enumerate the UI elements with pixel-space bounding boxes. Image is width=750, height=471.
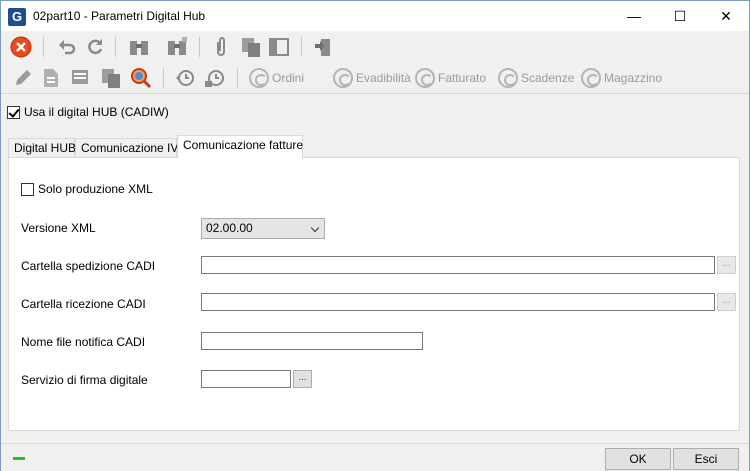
toolbar-separator bbox=[163, 68, 164, 88]
main-toolbar bbox=[1, 31, 749, 62]
evadibilita-icon bbox=[333, 68, 353, 88]
maximize-button[interactable]: ☐ bbox=[657, 1, 703, 31]
title-bar: G 02part10 - Parametri Digital Hub — ☐ ✕ bbox=[1, 1, 749, 31]
use-digital-hub-label: Usa il digital HUB (CADIW) bbox=[24, 105, 169, 119]
document-icon[interactable] bbox=[39, 66, 63, 90]
solo-produzione-xml-label: Solo produzione XML bbox=[38, 182, 153, 196]
tab-comunicazione-fatture[interactable]: Comunicazione fatture bbox=[177, 135, 303, 158]
servizio-firma-label: Servizio di firma digitale bbox=[21, 373, 148, 387]
cartella-spedizione-input[interactable] bbox=[201, 256, 715, 274]
advanced-search-icon[interactable] bbox=[165, 35, 189, 59]
list-view-icon[interactable] bbox=[69, 66, 93, 90]
nome-file-notifica-input[interactable] bbox=[201, 332, 423, 350]
esci-button[interactable]: Esci bbox=[673, 448, 739, 470]
servizio-firma-input[interactable] bbox=[201, 370, 291, 388]
ok-button[interactable]: OK bbox=[605, 448, 671, 470]
app-logo-icon: G bbox=[8, 8, 26, 26]
evadibilita-button[interactable]: Evadibilità bbox=[333, 66, 411, 90]
nome-file-notifica-label: Nome file notifica CADI bbox=[21, 335, 146, 349]
dialog-window: G 02part10 - Parametri Digital Hub — ☐ ✕ bbox=[0, 0, 750, 471]
history-icon[interactable] bbox=[173, 66, 197, 90]
checkbox-unchecked-icon[interactable] bbox=[21, 182, 34, 196]
refresh-icon[interactable] bbox=[83, 35, 107, 59]
magazzino-button[interactable]: Magazzino bbox=[581, 66, 662, 90]
use-digital-hub-checkbox[interactable]: Usa il digital HUB (CADIW) bbox=[7, 105, 169, 119]
status-bar: OK Esci bbox=[1, 443, 749, 471]
toolbar-separator bbox=[237, 68, 238, 88]
magazzino-icon bbox=[581, 68, 601, 88]
scadenze-button[interactable]: Scadenze bbox=[498, 66, 574, 90]
duplicate-icon[interactable] bbox=[99, 66, 123, 90]
cartella-spedizione-label: Cartella spedizione CADI bbox=[21, 259, 156, 273]
cartella-ricezione-label: Cartella ricezione CADI bbox=[21, 297, 146, 311]
cartella-spedizione-browse-button[interactable]: ... bbox=[717, 256, 736, 274]
servizio-firma-browse-button[interactable]: ... bbox=[293, 370, 312, 388]
ordini-button[interactable]: Ordini bbox=[249, 66, 304, 90]
minimize-button[interactable]: — bbox=[611, 1, 657, 31]
chevron-down-icon bbox=[310, 223, 320, 233]
fatturato-button[interactable]: Fatturato bbox=[415, 66, 486, 90]
scadenze-icon bbox=[498, 68, 518, 88]
copy-icon[interactable] bbox=[239, 35, 263, 59]
cartella-ricezione-browse-button[interactable]: ... bbox=[717, 293, 736, 311]
history-alt-icon[interactable] bbox=[203, 66, 227, 90]
status-indicator bbox=[13, 457, 25, 460]
edit-pencil-icon[interactable] bbox=[11, 66, 35, 90]
ordini-icon bbox=[249, 68, 269, 88]
undo-icon[interactable] bbox=[55, 35, 79, 59]
close-form-icon[interactable] bbox=[9, 35, 33, 59]
close-window-button[interactable]: ✕ bbox=[703, 1, 749, 31]
tab-panel-comunicazione-fatture: Solo produzione XML Versione XML 02.00.0… bbox=[8, 157, 740, 431]
secondary-toolbar: Ordini Evadibilità Fatturato Scadenze Ma… bbox=[1, 62, 749, 94]
toolbar-separator bbox=[199, 37, 200, 57]
checkbox-checked-icon[interactable] bbox=[7, 105, 20, 119]
versione-xml-select[interactable]: 02.00.00 bbox=[201, 218, 325, 239]
layout-icon[interactable] bbox=[267, 35, 291, 59]
toolbar-separator bbox=[115, 37, 116, 57]
cartella-ricezione-input[interactable] bbox=[201, 293, 715, 311]
attachment-icon[interactable] bbox=[209, 35, 233, 59]
tab-comunicazione-iva[interactable]: Comunicazione IVA bbox=[75, 138, 186, 158]
solo-produzione-xml-checkbox[interactable]: Solo produzione XML bbox=[21, 182, 153, 196]
search-binoculars-icon[interactable] bbox=[127, 35, 151, 59]
exit-door-icon[interactable] bbox=[311, 35, 335, 59]
window-title: 02part10 - Parametri Digital Hub bbox=[33, 9, 206, 23]
zoom-magnifier-icon[interactable] bbox=[129, 66, 153, 90]
versione-xml-label: Versione XML bbox=[21, 221, 96, 235]
toolbar-separator bbox=[43, 37, 44, 57]
toolbar-separator bbox=[301, 37, 302, 57]
fatturato-icon bbox=[415, 68, 435, 88]
tab-digital-hub[interactable]: Digital HUB bbox=[8, 138, 76, 158]
